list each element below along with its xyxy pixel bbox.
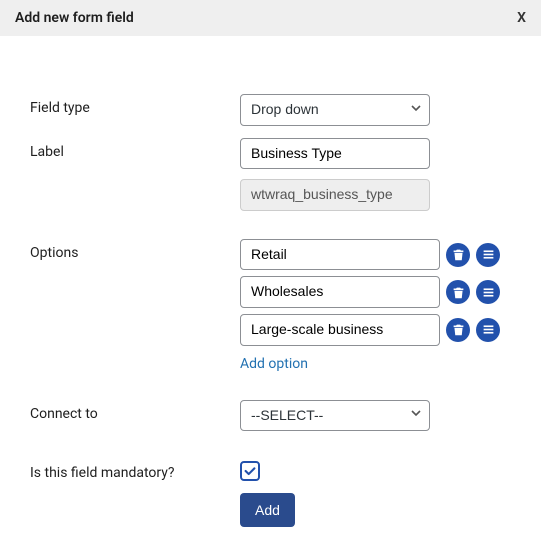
reorder-option-button[interactable] [476, 318, 500, 342]
options-label: Options [30, 239, 240, 261]
reorder-option-button[interactable] [476, 280, 500, 304]
connect-to-label: Connect to [30, 400, 240, 422]
option-input[interactable] [240, 276, 440, 308]
form-body: Field type Drop down Label Options [0, 36, 541, 559]
row-connect-to: Connect to --SELECT-- [30, 400, 511, 432]
option-row [240, 239, 511, 271]
add-option-link[interactable]: Add option [240, 356, 511, 372]
row-field-type: Field type Drop down [30, 94, 511, 126]
connect-to-select-wrap: --SELECT-- [240, 400, 430, 432]
options-list [240, 239, 511, 346]
mandatory-checkbox[interactable] [240, 461, 260, 481]
connect-to-select[interactable]: --SELECT-- [240, 400, 430, 432]
row-label: Label [30, 138, 511, 211]
dialog-title: Add new form field [15, 10, 134, 26]
field-type-select-wrap: Drop down [240, 94, 430, 126]
row-options: Options [30, 239, 511, 372]
delete-option-button[interactable] [446, 318, 470, 342]
dialog-header: Add new form field X [0, 0, 541, 36]
label-field-label: Label [30, 138, 240, 160]
add-button[interactable]: Add [240, 493, 295, 527]
option-input[interactable] [240, 239, 440, 271]
label-input[interactable] [240, 138, 430, 170]
reorder-icon [482, 248, 495, 261]
reorder-icon [482, 286, 495, 299]
trash-icon [452, 323, 465, 336]
row-submit: Add [30, 493, 511, 527]
delete-option-button[interactable] [446, 280, 470, 304]
mandatory-label: Is this field mandatory? [30, 459, 240, 481]
option-input[interactable] [240, 314, 440, 346]
trash-icon [452, 286, 465, 299]
option-row [240, 314, 511, 346]
trash-icon [452, 248, 465, 261]
option-row [240, 276, 511, 308]
field-type-select[interactable]: Drop down [240, 94, 430, 126]
slug-input [240, 179, 430, 211]
reorder-icon [482, 323, 495, 336]
row-mandatory: Is this field mandatory? [30, 459, 511, 481]
field-type-label: Field type [30, 94, 240, 116]
close-icon[interactable]: X [517, 10, 526, 26]
delete-option-button[interactable] [446, 243, 470, 267]
reorder-option-button[interactable] [476, 243, 500, 267]
check-icon [243, 464, 257, 478]
